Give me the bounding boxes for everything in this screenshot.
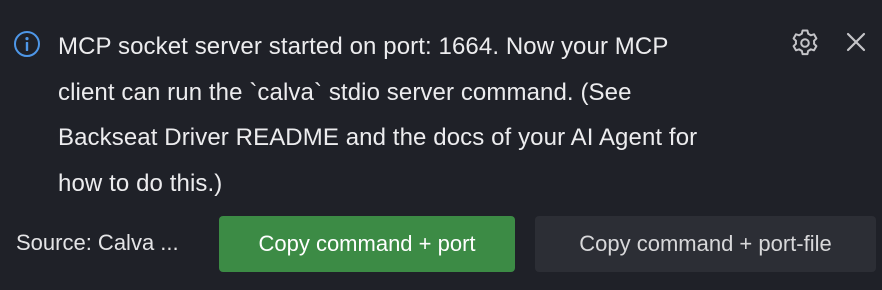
notification-toast: MCP socket server started on port: 1664.… — [0, 0, 882, 290]
info-icon — [14, 31, 40, 57]
copy-command-port-button[interactable]: Copy command + port — [219, 216, 515, 272]
copy-command-port-file-button[interactable]: Copy command + port-file — [535, 216, 876, 272]
gear-icon[interactable] — [789, 27, 821, 59]
notification-message: MCP socket server started on port: 1664.… — [58, 33, 698, 197]
notification-source: Source: Calva ... — [16, 230, 179, 255]
close-icon[interactable] — [843, 29, 869, 55]
